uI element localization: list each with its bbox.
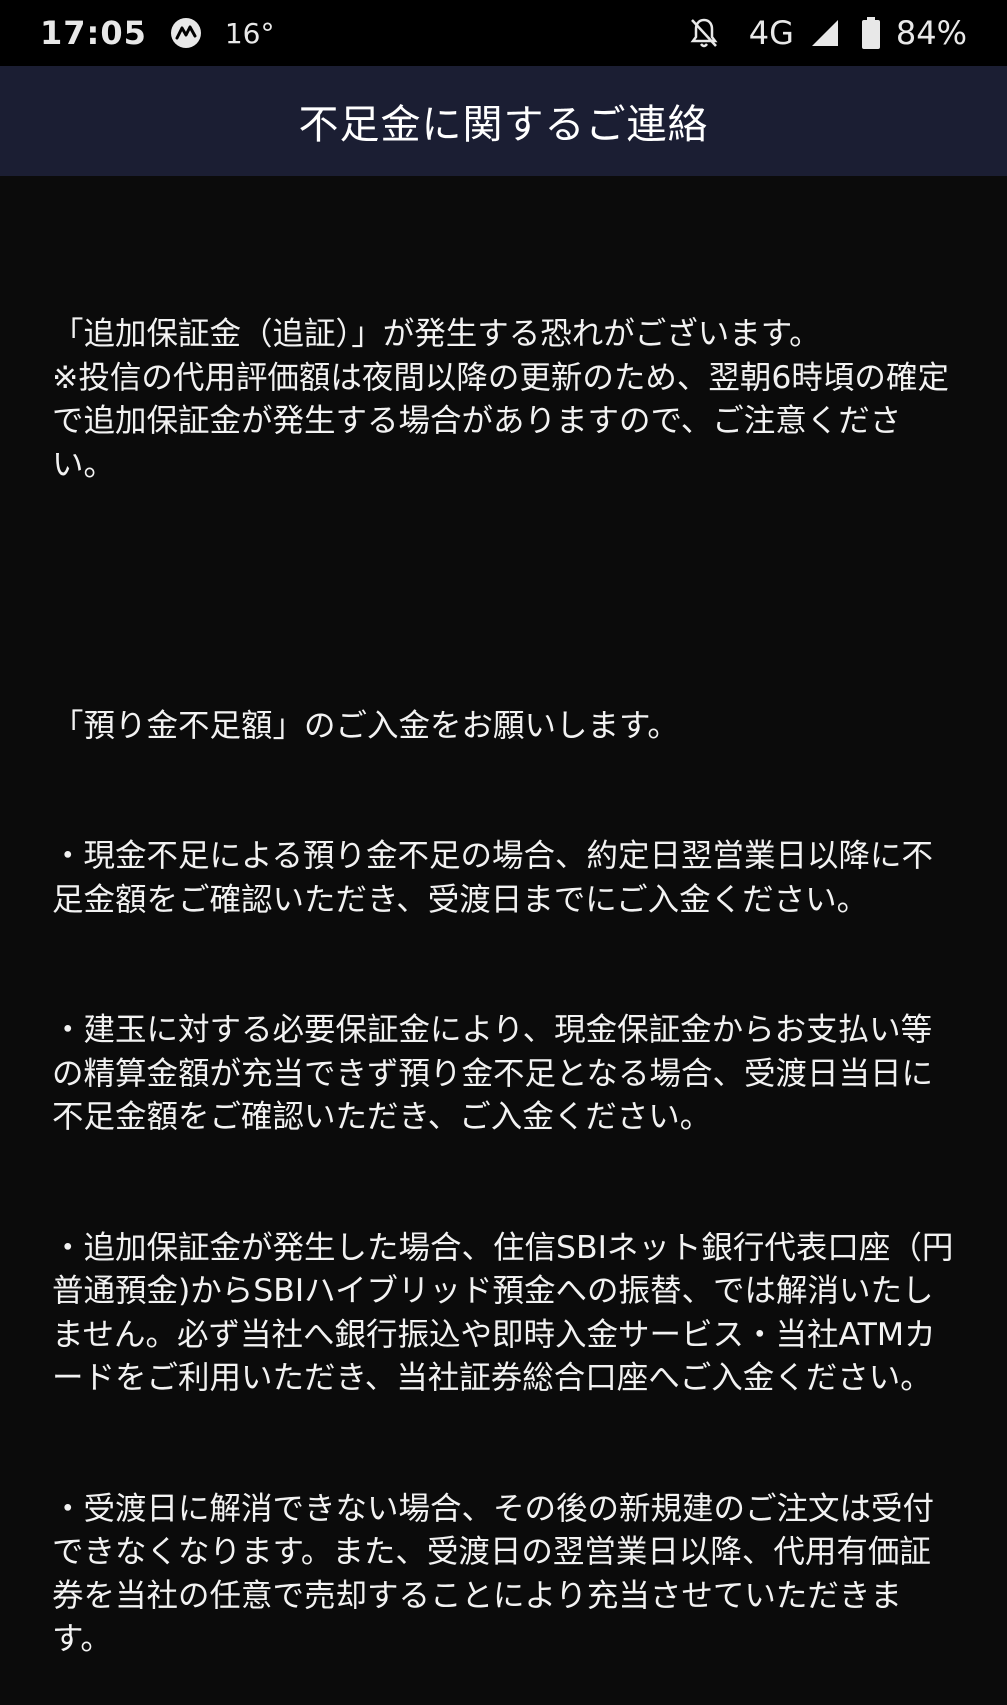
bullet-additional-margin: ・追加保証金が発生した場合、住信SBIネット銀行代表口座（円普通預金)からSBI…: [52, 1229, 954, 1397]
page-title: 不足金に関するご連絡: [298, 102, 709, 148]
app-header: 不足金に関するご連絡: [0, 66, 1007, 176]
app-notification-icon: [169, 16, 203, 50]
notifications-off-icon: [689, 17, 719, 49]
deposit-request: 「預り金不足額」のご入金をお願いします。: [52, 707, 679, 744]
message-body: 「追加保証金（追証）」が発生する恐れがございます。 ※投信の代用評価額は夜間以降…: [52, 226, 957, 1705]
bullet-cash-shortage: ・現金不足による預り金不足の場合、約定日翌営業日以降に不足金額をご確認いただき、…: [52, 838, 934, 918]
signal-icon: [810, 18, 840, 48]
network-type: 4G: [748, 14, 794, 52]
status-bar: 17:05 16° 4G 84%: [0, 0, 1007, 66]
status-left: 17:05 16°: [40, 14, 275, 52]
battery-icon: [861, 17, 880, 49]
margin-call-warning: 「追加保証金（追証）」が発生する恐れがございます。 ※投信の代用評価額は夜間以降…: [52, 316, 949, 483]
status-temperature: 16°: [224, 16, 275, 50]
status-right: 4G 84%: [689, 14, 967, 52]
battery-percent: 84%: [895, 14, 967, 52]
bullet-position-margin: ・建玉に対する必要保証金により、現金保証金からお支払い等の精算金額が充当できず預…: [52, 1012, 934, 1135]
status-time: 17:05: [40, 14, 147, 52]
bullet-unresolved: ・受渡日に解消できない場合、その後の新規建のご注文は受付できなくなります。また、…: [52, 1490, 935, 1658]
